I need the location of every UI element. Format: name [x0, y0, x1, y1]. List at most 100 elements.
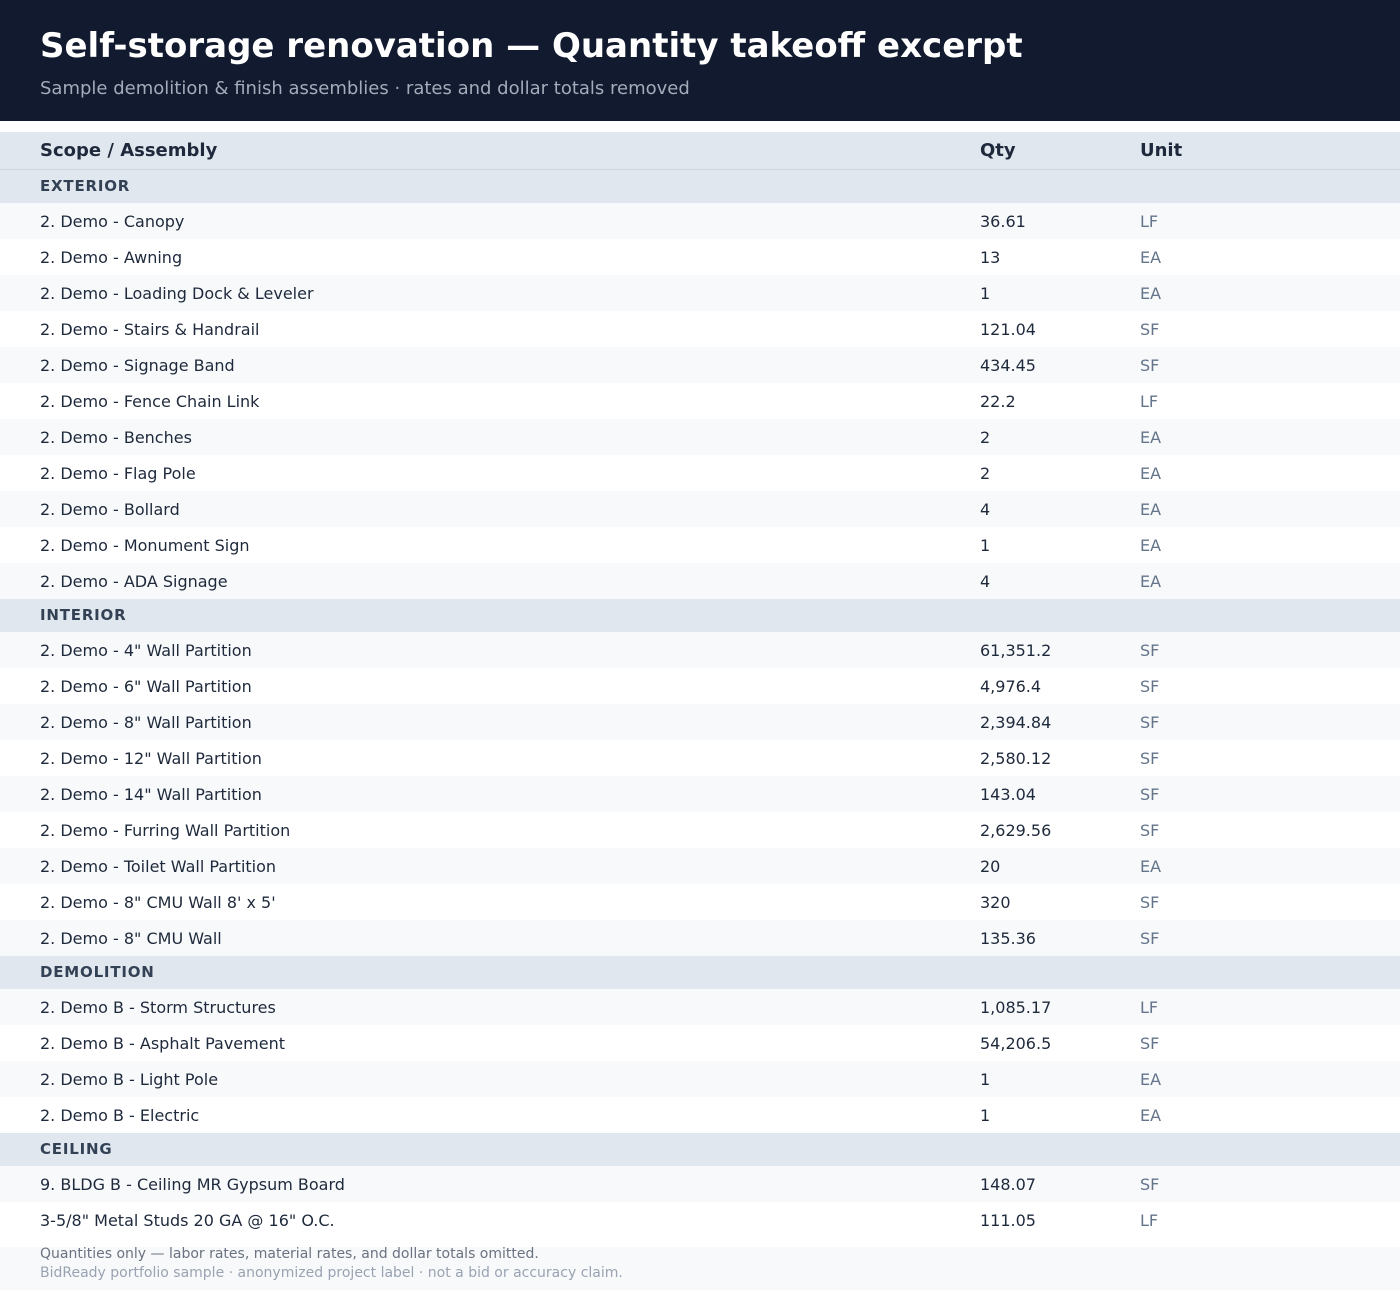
section-header: EXTERIOR [0, 170, 1400, 203]
section-label: EXTERIOR [40, 177, 131, 195]
row-scope: 2. Demo - Canopy [40, 212, 185, 231]
row-scope: 2. Demo - Signage Band [40, 356, 235, 375]
table-row: 2. Demo - Fence Chain Link 22.2 LF [0, 383, 1400, 419]
table-row: 2. Demo - Furring Wall Partition 2,629.56… [0, 812, 1400, 848]
row-qty: 148.07 [980, 1175, 1036, 1194]
row-unit: EA [1140, 536, 1162, 555]
row-qty: 434.45 [980, 356, 1036, 375]
row-qty: 2 [980, 464, 991, 483]
row-unit: LF [1140, 392, 1159, 411]
row-unit: SF [1140, 893, 1160, 912]
table-row: 2. Demo - Signage Band 434.45 SF [0, 347, 1400, 383]
row-scope: 2. Demo - Bollard [40, 500, 180, 519]
row-unit: EA [1140, 857, 1162, 876]
section-header: CEILING [0, 1133, 1400, 1166]
row-scope: 2. Demo - Fence Chain Link [40, 392, 260, 411]
column-header-qty: Qty [980, 140, 1016, 161]
takeoff-table: Scope / Assembly Qty Unit EXTERIOR 2. Dem… [0, 132, 1400, 1238]
row-unit: EA [1140, 1070, 1162, 1089]
table-row: 2. Demo B - Storm Structures 1,085.17 LF [0, 989, 1400, 1025]
row-qty: 135.36 [980, 929, 1036, 948]
row-scope: 2. Demo - 4" Wall Partition [40, 641, 252, 660]
row-unit: EA [1140, 248, 1162, 267]
row-unit: LF [1140, 212, 1159, 231]
table-row: 2. Demo B - Light Pole 1 EA [0, 1061, 1400, 1097]
row-qty: 2,580.12 [980, 749, 1052, 768]
table-row: 2. Demo - 8" CMU Wall 8' x 5' 320 SF [0, 884, 1400, 920]
table-row: 2. Demo - 6" Wall Partition 4,976.4 SF [0, 668, 1400, 704]
table-row: 2. Demo - Stairs & Handrail 121.04 SF [0, 311, 1400, 347]
row-qty: 22.2 [980, 392, 1016, 411]
row-unit: EA [1140, 464, 1162, 483]
row-scope: 2. Demo - Awning [40, 248, 183, 267]
table-row: 2. Demo - 8" CMU Wall 135.36 SF [0, 920, 1400, 956]
row-unit: SF [1140, 929, 1160, 948]
row-unit: LF [1140, 998, 1159, 1017]
row-unit: SF [1140, 677, 1160, 696]
row-qty: 1 [980, 1106, 991, 1125]
row-qty: 13 [980, 248, 1001, 267]
page-header: Self-storage renovation — Quantity takeo… [0, 0, 1400, 121]
row-qty: 61,351.2 [980, 641, 1052, 660]
row-qty: 4,976.4 [980, 677, 1042, 696]
row-scope: 2. Demo - ADA Signage [40, 572, 228, 591]
row-unit: EA [1140, 428, 1162, 447]
table-row: 2. Demo - Awning 13 EA [0, 239, 1400, 275]
row-scope: 2. Demo - 8" Wall Partition [40, 713, 252, 732]
row-unit: SF [1140, 320, 1160, 339]
row-scope: 2. Demo - 14" Wall Partition [40, 785, 262, 804]
row-unit: SF [1140, 713, 1160, 732]
row-scope: 2. Demo - Benches [40, 428, 192, 447]
section-label: CEILING [40, 1140, 113, 1158]
page-subtitle: Sample demolition & finish assemblies · … [40, 78, 690, 99]
row-scope: 2. Demo B - Electric [40, 1106, 200, 1125]
row-scope: 2. Demo - Monument Sign [40, 536, 250, 555]
row-qty: 111.05 [980, 1211, 1036, 1230]
column-header-unit: Unit [1140, 140, 1183, 161]
row-qty: 1 [980, 1070, 991, 1089]
row-scope: 2. Demo B - Storm Structures [40, 998, 276, 1017]
row-scope: 3-5/8" Metal Studs 20 GA @ 16" O.C. [40, 1211, 335, 1230]
table-row: 2. Demo - 4" Wall Partition 61,351.2 SF [0, 632, 1400, 668]
table-row: 2. Demo - Canopy 36.61 LF [0, 203, 1400, 239]
table-row: 2. Demo - ADA Signage 4 EA [0, 563, 1400, 599]
row-qty: 320 [980, 893, 1011, 912]
row-unit: SF [1140, 356, 1160, 375]
footer-note: Quantities only — labor rates, material … [40, 1246, 539, 1262]
row-scope: 2. Demo - 8" CMU Wall 8' x 5' [40, 893, 276, 912]
row-qty: 36.61 [980, 212, 1026, 231]
row-unit: EA [1140, 284, 1162, 303]
row-scope: 2. Demo - Flag Pole [40, 464, 196, 483]
table-row: 2. Demo - Monument Sign 1 EA [0, 527, 1400, 563]
row-unit: SF [1140, 1175, 1160, 1194]
row-qty: 2,394.84 [980, 713, 1052, 732]
row-scope: 9. BLDG B - Ceiling MR Gypsum Board [40, 1175, 345, 1194]
row-qty: 54,206.5 [980, 1034, 1052, 1053]
page-footer: Quantities only — labor rates, material … [0, 1246, 1400, 1290]
table-row: 2. Demo B - Electric 1 EA [0, 1097, 1400, 1133]
column-header-scope: Scope / Assembly [40, 140, 218, 161]
table-row: 2. Demo - Benches 2 EA [0, 419, 1400, 455]
row-unit: SF [1140, 749, 1160, 768]
row-qty: 1 [980, 284, 991, 303]
row-qty: 2 [980, 428, 991, 447]
row-unit: EA [1140, 572, 1162, 591]
row-scope: 2. Demo - 6" Wall Partition [40, 677, 252, 696]
table-row: 9. BLDG B - Ceiling MR Gypsum Board 148.0… [0, 1166, 1400, 1202]
row-scope: 2. Demo - 12" Wall Partition [40, 749, 262, 768]
row-scope: 2. Demo - Stairs & Handrail [40, 320, 260, 339]
table-header: Scope / Assembly Qty Unit [0, 132, 1400, 170]
table-row: 2. Demo - Flag Pole 2 EA [0, 455, 1400, 491]
row-qty: 121.04 [980, 320, 1036, 339]
table-row: 2. Demo - 14" Wall Partition 143.04 SF [0, 776, 1400, 812]
row-scope: 2. Demo B - Asphalt Pavement [40, 1034, 285, 1053]
table-row: 2. Demo - 12" Wall Partition 2,580.12 SF [0, 740, 1400, 776]
row-qty: 20 [980, 857, 1001, 876]
row-qty: 2,629.56 [980, 821, 1052, 840]
table-row: 2. Demo - Loading Dock & Leveler 1 EA [0, 275, 1400, 311]
table-row: 2. Demo - 8" Wall Partition 2,394.84 SF [0, 704, 1400, 740]
row-unit: SF [1140, 1034, 1160, 1053]
row-scope: 2. Demo - Furring Wall Partition [40, 821, 291, 840]
section-header: DEMOLITION [0, 956, 1400, 989]
row-qty: 1 [980, 536, 991, 555]
